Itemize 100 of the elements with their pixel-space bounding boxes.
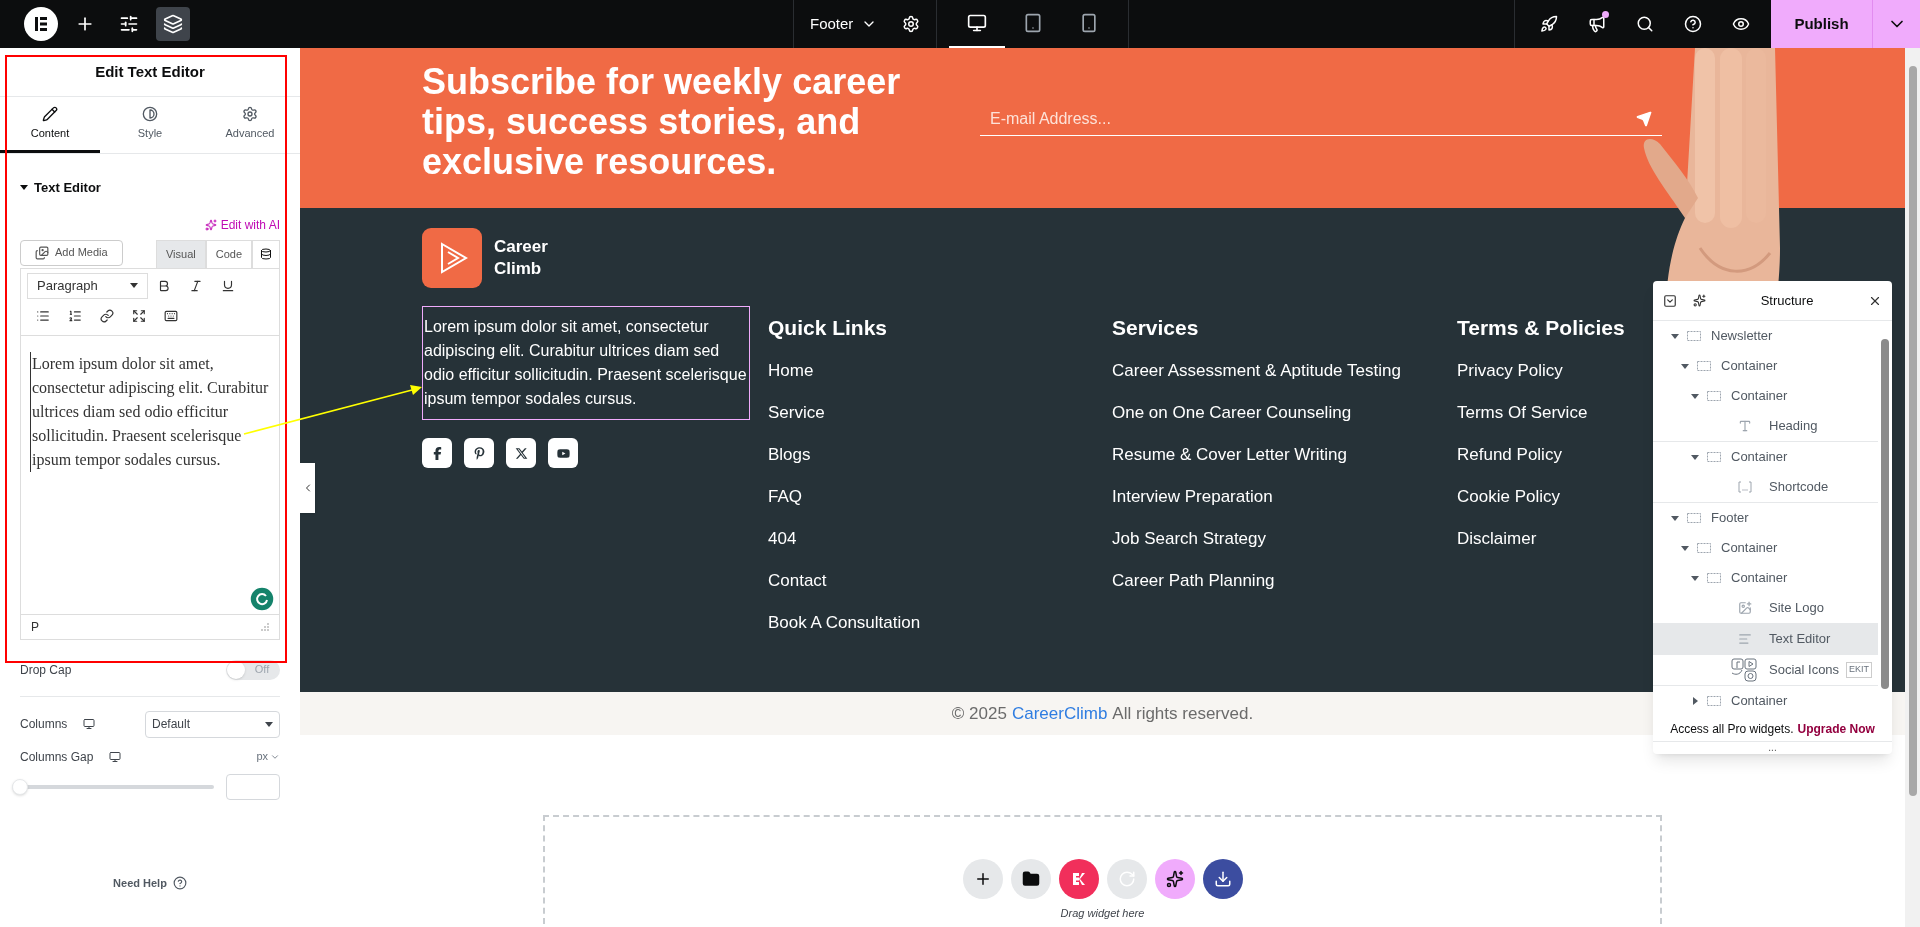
- social-link[interactable]: [548, 438, 578, 468]
- footer-link[interactable]: Blogs: [768, 444, 811, 466]
- structure-item[interactable]: Container: [1653, 381, 1878, 411]
- search-icon: [1636, 15, 1654, 33]
- social-link[interactable]: [422, 438, 452, 468]
- footer-column-heading: Terms & Policies: [1457, 316, 1625, 340]
- drop-zone[interactable]: Drag widget here: [543, 815, 1662, 927]
- footer-link[interactable]: Book A Consultation: [768, 612, 921, 634]
- resize-grip-icon[interactable]: [260, 622, 269, 631]
- copyright-text: All rights reserved.: [1112, 702, 1254, 725]
- structure-item-label: Newsletter: [1711, 327, 1774, 346]
- shortcode-icon: [1738, 481, 1752, 493]
- footer-link[interactable]: Terms Of Service: [1457, 402, 1588, 424]
- footer-link[interactable]: FAQ: [768, 486, 802, 508]
- email-input[interactable]: E-mail Address...: [990, 106, 1636, 131]
- upgrade-link[interactable]: Upgrade Now: [1797, 719, 1875, 738]
- editor-mode-tab[interactable]: Visual: [155, 239, 206, 268]
- footer-link[interactable]: Career Path Planning: [1112, 570, 1275, 592]
- structure-item[interactable]: Container: [1653, 563, 1878, 593]
- elementskit-drop-button[interactable]: [1058, 859, 1099, 899]
- scrollbar[interactable]: [1881, 339, 1889, 689]
- footer-link[interactable]: 404: [768, 528, 797, 550]
- add-media-button[interactable]: Add Media: [20, 239, 123, 266]
- add-drop-button[interactable]: [962, 859, 1003, 899]
- caret-icon[interactable]: [1681, 545, 1689, 551]
- structure-item[interactable]: Container: [1653, 533, 1878, 563]
- caret-icon[interactable]: [1691, 575, 1699, 581]
- toolbar-structure-button[interactable]: [156, 7, 190, 41]
- structure-item-label: Site Logo: [1769, 599, 1825, 618]
- format-select[interactable]: Paragraph: [27, 272, 148, 299]
- structure-item-label: Container: [1721, 539, 1779, 558]
- media-icon: [35, 245, 49, 260]
- panel-tab[interactable]: Content: [0, 97, 100, 153]
- footer-link[interactable]: Home: [768, 360, 814, 382]
- copyright-link[interactable]: CareerClimb: [1011, 700, 1108, 727]
- slider-thumb[interactable]: [12, 778, 28, 795]
- structure-item[interactable]: Container: [1653, 686, 1878, 716]
- gap-input[interactable]: [226, 773, 280, 800]
- grammar-assistant-icon[interactable]: [249, 585, 275, 612]
- need-help-link[interactable]: Need Help: [113, 874, 187, 891]
- pinterest-icon: [472, 446, 486, 460]
- editor-toolbar-toggle[interactable]: [252, 239, 280, 268]
- structure-item[interactable]: Heading: [1653, 411, 1878, 441]
- footer-link[interactable]: Contact: [768, 570, 827, 592]
- edit-with-ai-link[interactable]: Edit with AI: [204, 215, 280, 234]
- desktop-icon[interactable]: [83, 718, 96, 730]
- send-icon[interactable]: [1636, 110, 1652, 127]
- brand-name: Career Climb: [494, 236, 549, 280]
- caret-icon[interactable]: [1671, 333, 1679, 339]
- social-link[interactable]: [464, 438, 494, 468]
- career-climb-logo-icon: [422, 228, 482, 288]
- slider-track[interactable]: [12, 777, 214, 796]
- caret-icon[interactable]: [1691, 393, 1699, 399]
- structure-item[interactable]: Shortcode: [1653, 472, 1878, 502]
- footer-link[interactable]: Resume & Cover Letter Writing: [1112, 444, 1347, 466]
- template-drop-button[interactable]: [1010, 859, 1051, 899]
- footer-link[interactable]: Job Search Strategy: [1112, 528, 1267, 550]
- rocket-icon: [1540, 15, 1558, 33]
- document-dropdown[interactable]: Footer: [794, 0, 938, 48]
- structure-item[interactable]: Text Editor: [1653, 624, 1878, 654]
- footer-link[interactable]: Career Assessment & Aptitude Testing: [1112, 360, 1401, 382]
- editor-text[interactable]: Lorem ipsum dolor sit amet, consectetur adipiscing elit. Curabitur ultrices diam sed odio efficitur sollicitudin. Praesent scelerisque ipsum tempor sodales cursus.: [30, 351, 269, 472]
- heading-icon: [1738, 419, 1752, 433]
- settings-icon[interactable]: [902, 15, 920, 33]
- unit-select[interactable]: px: [256, 748, 280, 765]
- footer-link[interactable]: Interview Preparation: [1112, 486, 1273, 508]
- caret-icon[interactable]: [1691, 454, 1699, 460]
- footer-link[interactable]: Refund Policy: [1457, 444, 1562, 466]
- underline-icon: [221, 278, 235, 293]
- columns-select[interactable]: Default: [145, 710, 280, 738]
- section-header[interactable]: Text Editor: [20, 178, 300, 198]
- social-link[interactable]: [506, 438, 536, 468]
- desktop-icon[interactable]: [109, 750, 122, 763]
- ai-drop-button[interactable]: [1154, 859, 1195, 899]
- footer-link[interactable]: Cookie Policy: [1457, 486, 1560, 508]
- panel-tab[interactable]: Style: [100, 97, 200, 153]
- editor-mode-tab[interactable]: Code: [205, 239, 252, 268]
- footer-link[interactable]: Disclaimer: [1457, 528, 1537, 550]
- elementor-logo[interactable]: [24, 7, 58, 41]
- sparkles-icon[interactable]: [1693, 294, 1706, 307]
- structure-item[interactable]: Site Logo: [1653, 593, 1878, 623]
- pencil-icon: [42, 105, 58, 122]
- caret-icon[interactable]: [1671, 515, 1679, 521]
- caret-icon[interactable]: [1681, 363, 1689, 369]
- structure-item[interactable]: Footer: [1653, 503, 1878, 533]
- import-drop-button[interactable]: [1202, 859, 1243, 899]
- footer-link[interactable]: Service: [768, 402, 825, 424]
- collapse-icon[interactable]: [1663, 293, 1677, 308]
- caret-icon[interactable]: [1692, 697, 1698, 705]
- structure-item[interactable]: Container: [1653, 351, 1878, 381]
- page-scrollbar[interactable]: [1905, 48, 1920, 927]
- footer-link[interactable]: One on One Career Counseling: [1112, 402, 1352, 424]
- structure-item[interactable]: Container: [1653, 442, 1878, 472]
- panel-tab[interactable]: Advanced: [200, 97, 300, 153]
- structure-item[interactable]: Social Icons EKIT: [1653, 655, 1878, 685]
- publish-button[interactable]: Publish: [1771, 0, 1872, 48]
- toolbar-toggle-icon: [164, 308, 178, 323]
- structure-item[interactable]: Newsletter: [1653, 321, 1878, 351]
- footer-link[interactable]: Privacy Policy: [1457, 360, 1563, 382]
- resize-handle[interactable]: ...: [1768, 742, 1777, 754]
